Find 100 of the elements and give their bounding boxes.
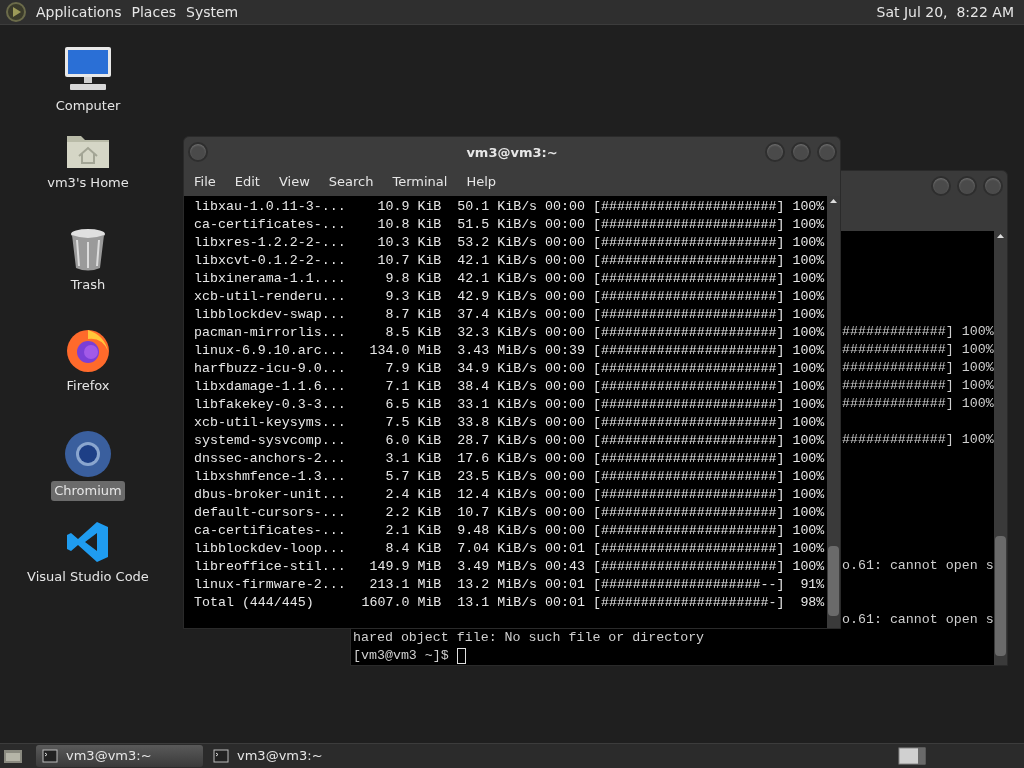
download-size: 7.5 KiB <box>384 414 442 432</box>
progress-bar-text: [######################] <box>592 234 785 252</box>
shell-prompt: [vm3@vm3 ~]$ <box>353 647 450 665</box>
progress-bar-text: [######################] <box>592 288 785 306</box>
download-rate: 28.7 KiB/s <box>456 432 538 450</box>
progress-bar-text: [####################--] <box>592 576 785 594</box>
percent: 98% <box>799 594 825 612</box>
percent: 100% <box>791 306 825 324</box>
scroll-up-icon[interactable] <box>994 231 1007 241</box>
elapsed-time: 00:01 <box>544 540 585 558</box>
download-size: 10.8 KiB <box>376 216 442 234</box>
desktop-icon-label[interactable]: Computer <box>52 96 124 116</box>
percent: 100% <box>791 522 825 540</box>
progress-bar-text: [######################] <box>592 504 785 522</box>
progress-bar-text: [######################] <box>592 414 785 432</box>
terminal-line: o.61: cannot open s <box>842 612 994 627</box>
elapsed-time: 00:00 <box>544 522 585 540</box>
download-rate: 51.5 KiB/s <box>456 216 538 234</box>
percent: 100% <box>791 432 825 450</box>
percent: 100% <box>791 252 825 270</box>
maximize-button[interactable] <box>791 142 811 162</box>
package-name: libblockdev-loop... <box>194 540 346 558</box>
download-rate: 42.1 KiB/s <box>456 252 538 270</box>
maximize-button[interactable] <box>957 176 977 196</box>
elapsed-time: 00:00 <box>544 396 585 414</box>
percent: 100% <box>791 324 825 342</box>
package-name: xcb-util-renderu... <box>194 288 346 306</box>
elapsed-time: 00:00 <box>544 252 585 270</box>
percent: 100% <box>791 342 825 360</box>
scroll-up-icon[interactable] <box>827 196 840 206</box>
elapsed-time: 00:00 <box>544 378 585 396</box>
progress-bar-text: [######################] <box>592 306 785 324</box>
percent: 100% <box>791 414 825 432</box>
desktop-icon-label[interactable]: Chromium <box>51 481 125 501</box>
close-button[interactable] <box>983 176 1003 196</box>
package-name: linux-6.9.10.arc... <box>194 342 346 360</box>
download-rate: 42.1 KiB/s <box>456 270 538 288</box>
percent: 100% <box>791 288 825 306</box>
package-name: libfakekey-0.3-3... <box>194 396 346 414</box>
scrollbar-thumb[interactable] <box>995 536 1006 656</box>
close-button[interactable] <box>817 142 837 162</box>
download-rate: 3.49 MiB/s <box>456 558 538 576</box>
download-rate: 3.43 MiB/s <box>456 342 538 360</box>
download-size: 134.0 MiB <box>368 342 442 360</box>
download-size: 9.3 KiB <box>384 288 442 306</box>
workspace-switcher-icon[interactable] <box>898 747 926 765</box>
download-rate: 23.5 KiB/s <box>456 468 538 486</box>
percent: 100% <box>791 360 825 378</box>
elapsed-time: 00:00 <box>544 234 585 252</box>
percent: 100% <box>791 504 825 522</box>
desktop-icon-label[interactable]: Trash <box>67 275 109 295</box>
menu-item[interactable]: View <box>278 172 310 192</box>
download-rate: 7.04 KiB/s <box>456 540 538 558</box>
download-size: 213.1 MiB <box>368 576 442 594</box>
progress-bar-text: [######################] <box>592 342 785 360</box>
terminal-line: #############] 100% <box>842 324 994 339</box>
minimize-button[interactable] <box>765 142 785 162</box>
window-menu-button[interactable] <box>188 142 208 162</box>
percent: 100% <box>791 540 825 558</box>
elapsed-time: 00:00 <box>544 288 585 306</box>
percent: 100% <box>791 468 825 486</box>
progress-bar-text: [######################] <box>592 396 785 414</box>
window-title: vm3@vm3:~ <box>466 143 558 162</box>
package-name: ca-certificates-... <box>194 216 346 234</box>
elapsed-time: 00:00 <box>544 198 585 216</box>
download-size: 2.4 KiB <box>384 486 442 504</box>
elapsed-time: 00:00 <box>544 486 585 504</box>
percent: 100% <box>791 396 825 414</box>
download-size: 7.1 KiB <box>384 378 442 396</box>
elapsed-time: 00:00 <box>544 432 585 450</box>
text-cursor <box>456 648 466 664</box>
terminal-line: #############] 100% <box>842 342 994 357</box>
logo-icon[interactable] <box>4 1 28 23</box>
download-size: 1607.0 MiB <box>360 594 442 612</box>
download-size: 7.9 KiB <box>384 360 442 378</box>
menu-item[interactable]: Edit <box>234 172 260 192</box>
terminal-line: hared object file: No such file or directory <box>353 630 705 645</box>
scrollbar-thumb[interactable] <box>828 546 839 616</box>
panel-menu[interactable]: Applications <box>34 1 124 23</box>
percent: 100% <box>791 270 825 288</box>
desktop-icon-label[interactable]: vm3's Home <box>44 173 132 193</box>
download-size: 6.5 KiB <box>384 396 442 414</box>
terminal-icon <box>42 749 58 763</box>
taskbar-button[interactable]: vm3@vm3:~ <box>36 745 203 767</box>
menu-item[interactable]: Terminal <box>392 172 448 192</box>
package-name: systemd-sysvcomp... <box>194 432 346 450</box>
terminal-line: o.61: cannot open s <box>842 558 994 573</box>
desktop-icon-label[interactable]: Visual Studio Code <box>24 567 152 587</box>
menu-item[interactable]: Help <box>466 172 497 192</box>
clock[interactable]: Sat Jul 20, 8:22 AM <box>876 1 1014 23</box>
menu-item[interactable]: File <box>194 172 216 192</box>
desktop-icon-label[interactable]: Firefox <box>63 376 113 396</box>
minimize-button[interactable] <box>931 176 951 196</box>
panel-menu[interactable]: System <box>184 1 241 23</box>
menu-item[interactable]: Search <box>328 172 374 192</box>
panel-menu[interactable]: Places <box>129 1 179 23</box>
download-size: 3.1 KiB <box>384 450 442 468</box>
taskbar-button[interactable]: vm3@vm3:~ <box>207 745 374 767</box>
download-rate: 53.2 KiB/s <box>456 234 538 252</box>
terminal-line: #############] 100% <box>842 396 994 411</box>
